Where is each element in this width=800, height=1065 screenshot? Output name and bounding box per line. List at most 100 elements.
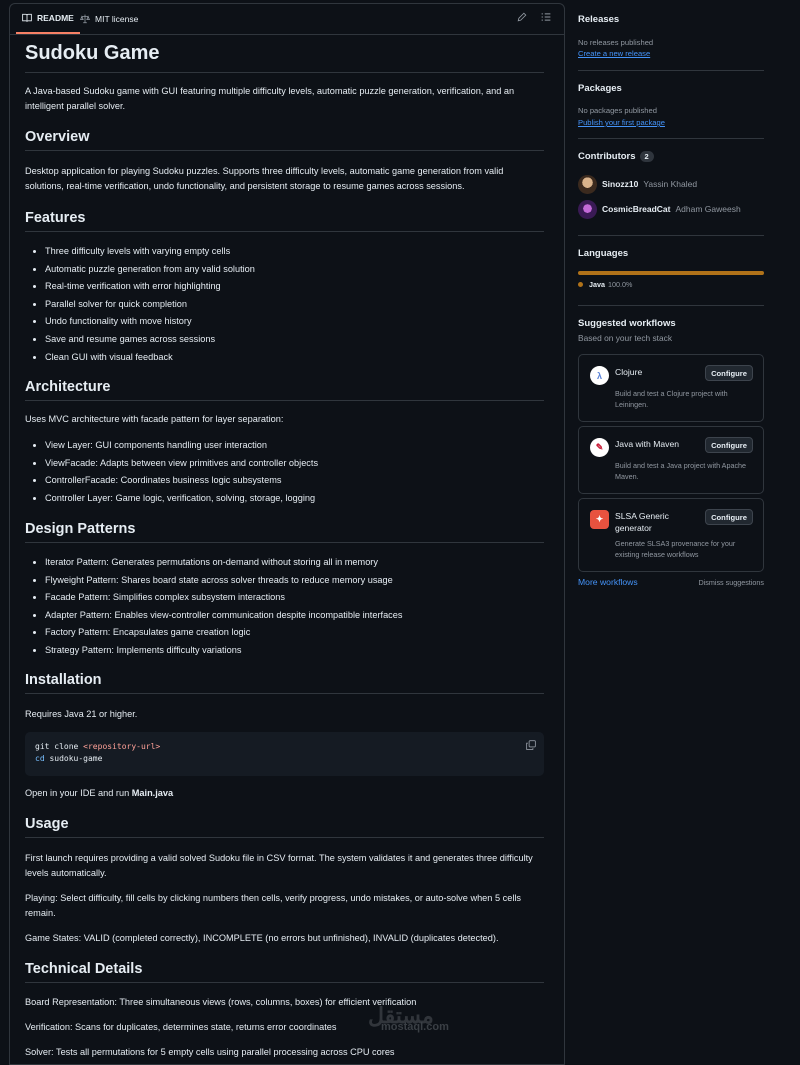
workflow-card-clojure: λ Clojure Build and test a Clojure proje… bbox=[578, 354, 764, 422]
list-item: ViewFacade: Adapts between view primitiv… bbox=[45, 455, 545, 473]
publish-package-link[interactable]: Publish your first package bbox=[578, 118, 665, 127]
outline-list-icon[interactable] bbox=[541, 12, 551, 25]
list-item: Flyweight Pattern: Shares board state ac… bbox=[45, 572, 545, 590]
list-item: Real-time verification with error highli… bbox=[45, 278, 545, 296]
list-item: Adapter Pattern: Enables view-controller… bbox=[45, 607, 545, 625]
code-line-2: cd sudoku-game bbox=[35, 754, 102, 763]
heading-design-patterns: Design Patterns bbox=[25, 521, 544, 543]
list-item: Parallel solver for quick completion bbox=[45, 296, 545, 314]
tab-license-label: MIT license bbox=[95, 14, 139, 24]
features-list: Three difficulty levels with varying emp… bbox=[25, 243, 545, 366]
run-instruction-text: Open in your IDE and run bbox=[25, 788, 132, 798]
workflow-name: SLSA Generic generator bbox=[615, 511, 669, 533]
pencil-icon[interactable] bbox=[517, 12, 527, 25]
technical-paragraph-2: Verification: Scans for duplicates, dete… bbox=[25, 1022, 337, 1032]
list-item: Clean GUI with visual feedback bbox=[45, 349, 545, 367]
configure-button[interactable]: Configure bbox=[705, 365, 753, 381]
configure-button[interactable]: Configure bbox=[705, 437, 753, 453]
list-item: View Layer: GUI components handling user… bbox=[45, 437, 545, 455]
divider bbox=[578, 305, 764, 306]
code-argument: <repository-url> bbox=[83, 742, 161, 751]
releases-empty-text: No releases published bbox=[578, 38, 654, 47]
code-command: git clone bbox=[35, 742, 84, 751]
intro-paragraph: A Java-based Sudoku game with GUI featur… bbox=[25, 86, 515, 111]
usage-paragraph-2: Playing: Select difficulty, fill cells b… bbox=[25, 893, 521, 918]
run-instruction: Open in your IDE and run Main.java bbox=[25, 786, 544, 801]
usage-paragraph-3: Game States: VALID (completed correctly)… bbox=[25, 933, 499, 943]
installation-paragraph: Requires Java 21 or higher. bbox=[25, 709, 138, 719]
overview-paragraph: Desktop application for playing Sudoku p… bbox=[25, 166, 504, 191]
heading-architecture: Architecture bbox=[25, 379, 544, 401]
list-item: Strategy Pattern: Implements difficulty … bbox=[45, 642, 545, 660]
tab-license[interactable]: MIT license bbox=[80, 4, 138, 34]
heading-usage: Usage bbox=[25, 816, 544, 838]
heading-overview: Overview bbox=[25, 129, 544, 151]
list-item: Controller Layer: Game logic, verificati… bbox=[45, 490, 545, 508]
usage-paragraph-1: First launch requires providing a valid … bbox=[25, 853, 533, 878]
contributor-name: Adham Gaweesh bbox=[675, 204, 741, 214]
java-color-dot bbox=[578, 282, 583, 287]
list-item: Iterator Pattern: Generates permutations… bbox=[45, 554, 545, 572]
avatar[interactable] bbox=[578, 174, 597, 194]
code-command: cd bbox=[35, 754, 45, 763]
workflows-subheading: Based on your tech stack bbox=[578, 333, 673, 343]
contributors-label: Contributors bbox=[578, 151, 636, 162]
list-item: Facade Pattern: Simplifies complex subsy… bbox=[45, 589, 545, 607]
architecture-list: View Layer: GUI components handling user… bbox=[25, 437, 545, 507]
contributor-item[interactable]: CosmicBreadCat Adham Gaweesh bbox=[578, 199, 741, 219]
divider bbox=[578, 70, 764, 71]
workflow-name: Java with Maven bbox=[615, 439, 680, 449]
page-title: Sudoku Game bbox=[25, 42, 544, 73]
code-line-1: git clone <repository-url> bbox=[35, 742, 160, 751]
dismiss-suggestions-link[interactable]: Dismiss suggestions bbox=[698, 578, 764, 587]
language-percent: 100.0% bbox=[608, 280, 633, 289]
tab-readme-label: README bbox=[37, 13, 74, 23]
language-bar bbox=[578, 271, 764, 275]
tab-readme[interactable]: README bbox=[16, 4, 80, 34]
code-block: git clone <repository-url> cd sudoku-gam… bbox=[25, 732, 544, 776]
languages-heading: Languages bbox=[578, 248, 629, 259]
list-item: Save and resume games across sessions bbox=[45, 331, 545, 349]
language-item[interactable]: Java 100.0% bbox=[578, 280, 632, 289]
language-name: Java bbox=[589, 280, 605, 289]
scale-icon bbox=[80, 14, 90, 24]
code-argument: sudoku-game bbox=[44, 754, 103, 763]
readme-panel: README MIT license Sudoku Game A Java-ba… bbox=[9, 3, 565, 1065]
maven-feather-icon: ✎ bbox=[590, 438, 609, 457]
contributor-login[interactable]: Sinozz10 bbox=[602, 179, 638, 189]
more-workflows-link[interactable]: More workflows bbox=[578, 577, 638, 587]
heading-installation: Installation bbox=[25, 672, 544, 694]
clojure-icon: λ bbox=[590, 366, 609, 385]
contributors-count-badge: 2 bbox=[639, 151, 654, 162]
list-item: Three difficulty levels with varying emp… bbox=[45, 243, 545, 261]
create-release-link[interactable]: Create a new release bbox=[578, 49, 650, 58]
copy-icon[interactable] bbox=[526, 740, 536, 753]
configure-button[interactable]: Configure bbox=[705, 509, 753, 525]
patterns-list: Iterator Pattern: Generates permutations… bbox=[25, 554, 545, 660]
avatar[interactable] bbox=[578, 199, 597, 219]
heading-features: Features bbox=[25, 210, 544, 232]
workflow-description: Generate SLSA3 provenance for your exist… bbox=[615, 539, 736, 559]
contributor-login[interactable]: CosmicBreadCat bbox=[602, 204, 671, 214]
workflow-description: Build and test a Java project with Apach… bbox=[615, 461, 747, 481]
releases-heading[interactable]: Releases bbox=[578, 14, 619, 25]
workflows-heading: Suggested workflows bbox=[578, 318, 676, 329]
list-item: Automatic puzzle generation from any val… bbox=[45, 261, 545, 279]
workflow-card-slsa: ✦ SLSA Generic generator Generate SLSA3 … bbox=[578, 498, 764, 572]
workflow-name: Clojure bbox=[615, 367, 643, 377]
list-item: Undo functionality with move history bbox=[45, 313, 545, 331]
book-icon bbox=[22, 13, 32, 22]
main-file-name: Main.java bbox=[131, 788, 174, 798]
contributor-name: Yassin Khaled bbox=[643, 179, 698, 189]
packages-empty-text: No packages published bbox=[578, 106, 657, 115]
watermark-url: mostaql.com bbox=[381, 1021, 449, 1033]
slsa-icon: ✦ bbox=[590, 510, 609, 529]
contributors-heading[interactable]: Contributors 2 bbox=[578, 151, 654, 162]
divider bbox=[578, 235, 764, 236]
heading-technical-details: Technical Details bbox=[25, 961, 544, 983]
workflow-card-maven: ✎ Java with Maven Build and test a Java … bbox=[578, 426, 764, 494]
architecture-paragraph: Uses MVC architecture with facade patter… bbox=[25, 414, 284, 424]
packages-heading[interactable]: Packages bbox=[578, 83, 622, 94]
contributor-item[interactable]: Sinozz10 Yassin Khaled bbox=[578, 174, 697, 194]
technical-paragraph-1: Board Representation: Three simultaneous… bbox=[25, 997, 417, 1007]
